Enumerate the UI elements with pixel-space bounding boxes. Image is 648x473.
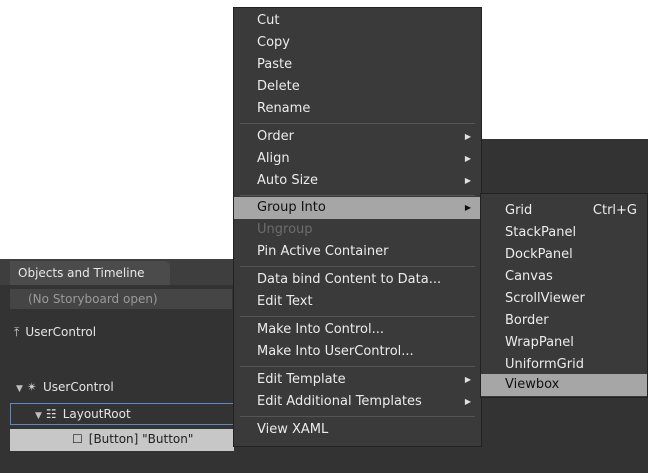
- tree-row-label: UserControl: [25, 325, 97, 339]
- tree-row-layoutroot[interactable]: ▼ ☷ LayoutRoot: [10, 403, 234, 425]
- menu-item-copy[interactable]: Copy: [234, 32, 481, 54]
- context-menu: Cut Copy Paste Delete Rename Order ▶ Alig…: [233, 7, 482, 447]
- tree-row-label: [Button] "Button": [88, 432, 194, 446]
- triangle-right-icon: ▶: [464, 203, 471, 212]
- menu-item-align[interactable]: Align ▶: [234, 148, 481, 170]
- submenu-item-viewbox[interactable]: Viewbox: [481, 374, 647, 396]
- shortcut-label: Ctrl+G: [592, 203, 637, 218]
- triangle-right-icon: ▶: [464, 154, 471, 163]
- menu-separator: [240, 195, 475, 196]
- menu-item-delete[interactable]: Delete: [234, 76, 481, 98]
- menu-item-order[interactable]: Order ▶: [234, 126, 481, 148]
- menu-item-paste[interactable]: Paste: [234, 54, 481, 76]
- submenu-item-scrollviewer[interactable]: ScrollViewer: [481, 288, 647, 310]
- menu-item-edit-template[interactable]: Edit Template ▶: [234, 369, 481, 391]
- menu-item-cut[interactable]: Cut: [234, 10, 481, 32]
- menu-separator: [240, 416, 475, 417]
- tree-row-label: UserControl: [42, 380, 114, 394]
- tree-row-label: LayoutRoot: [62, 407, 131, 421]
- menu-separator: [240, 316, 475, 317]
- group-into-submenu: Grid Ctrl+G StackPanel DockPanel Canvas S…: [480, 193, 648, 398]
- submenu-item-uniformgrid[interactable]: UniformGrid: [481, 354, 647, 376]
- menu-separator: [240, 266, 475, 267]
- menu-item-pin-active-container[interactable]: Pin Active Container: [234, 241, 481, 263]
- triangle-right-icon: ▶: [464, 176, 471, 185]
- storyboard-selector[interactable]: (No Storyboard open): [10, 289, 232, 309]
- tree-row-usercontrol-scope[interactable]: ⤒ UserControl: [14, 322, 96, 342]
- triangle-down-icon[interactable]: ▼: [16, 384, 23, 394]
- tree-row-usercontrol[interactable]: ▼ ✴ UserControl: [16, 377, 114, 397]
- menu-separator: [240, 366, 475, 367]
- triangle-right-icon: ▶: [464, 375, 471, 384]
- submenu-item-canvas[interactable]: Canvas: [481, 266, 647, 288]
- menu-item-make-into-control[interactable]: Make Into Control...: [234, 319, 481, 341]
- usercontrol-scope-icon: ⤒: [14, 325, 20, 339]
- menu-item-group-into[interactable]: Group Into ▶: [234, 197, 481, 219]
- triangle-down-icon[interactable]: ▼: [35, 411, 42, 421]
- tab-objects-and-timeline[interactable]: Objects and Timeline: [10, 261, 170, 285]
- button-icon: ☐: [72, 432, 83, 446]
- menu-item-auto-size[interactable]: Auto Size ▶: [234, 170, 481, 192]
- menu-item-edit-additional-templates[interactable]: Edit Additional Templates ▶: [234, 391, 481, 413]
- triangle-right-icon: ▶: [464, 132, 471, 141]
- menu-item-ungroup: Ungroup: [257, 222, 313, 237]
- menu-item-edit-text[interactable]: Edit Text: [234, 291, 481, 313]
- submenu-item-grid[interactable]: Grid Ctrl+G: [481, 200, 647, 222]
- tree-row-button[interactable]: ☐ [Button] "Button": [10, 429, 234, 451]
- menu-separator: [240, 123, 475, 124]
- submenu-item-wrappanel[interactable]: WrapPanel: [481, 332, 647, 354]
- usercontrol-icon: ✴: [26, 380, 37, 394]
- menu-item-view-xaml[interactable]: View XAML: [234, 419, 481, 441]
- menu-item-make-into-usercontrol[interactable]: Make Into UserControl...: [234, 341, 481, 363]
- menu-item-data-bind-content[interactable]: Data bind Content to Data...: [234, 269, 481, 291]
- triangle-right-icon: ▶: [464, 397, 471, 406]
- menu-item-rename[interactable]: Rename: [234, 98, 481, 120]
- submenu-item-stackpanel[interactable]: StackPanel: [481, 222, 647, 244]
- grid-icon: ☷: [45, 407, 57, 421]
- submenu-item-dockpanel[interactable]: DockPanel: [481, 244, 647, 266]
- submenu-item-border[interactable]: Border: [481, 310, 647, 332]
